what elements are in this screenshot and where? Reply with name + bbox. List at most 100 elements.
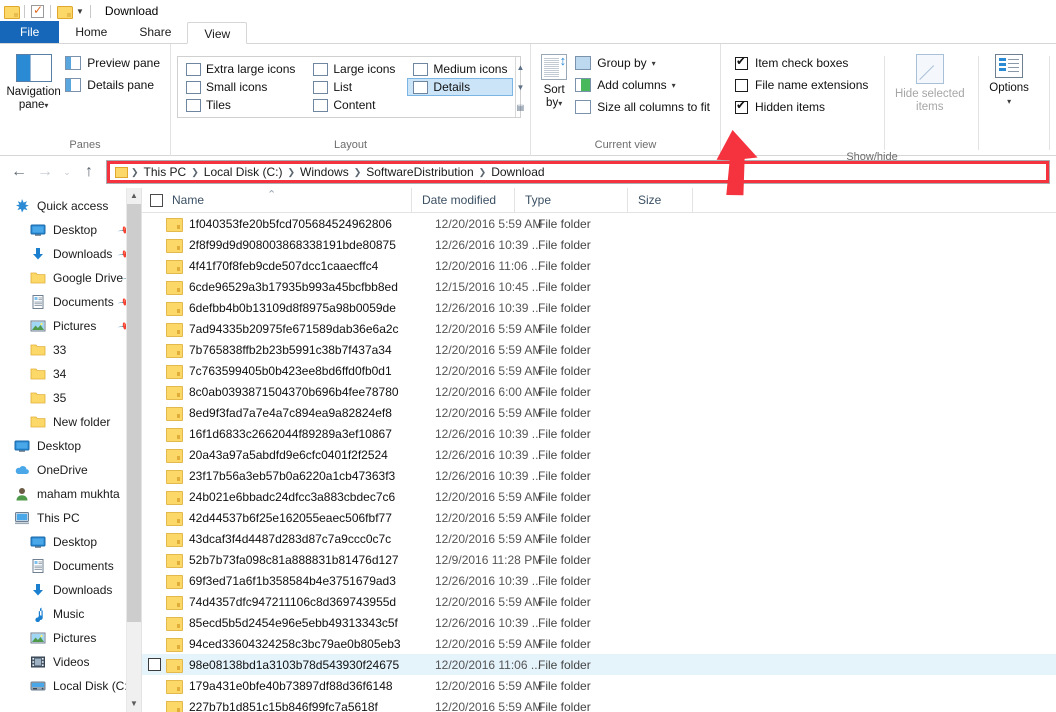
table-row[interactable]: 16f1d6833c2662044f89289a3ef1086712/26/20… xyxy=(142,423,1056,444)
options-button[interactable]: Options ▾ xyxy=(979,50,1039,108)
gallery-expand-icon[interactable]: ▤ xyxy=(517,104,525,111)
table-row[interactable]: 7c763599405b0b423ee8bd6ffd0fb0d112/20/20… xyxy=(142,360,1056,381)
sidebar-item-33[interactable]: 33 xyxy=(0,338,141,362)
sidebar-item-downloads[interactable]: Downloads xyxy=(0,578,141,602)
checkbox-icon[interactable] xyxy=(735,79,748,92)
breadcrumb-this-pc[interactable]: This PC xyxy=(140,165,191,179)
recent-locations-button[interactable]: ⌄ xyxy=(58,159,76,185)
details-pane-button[interactable]: Details pane xyxy=(61,74,164,96)
table-row[interactable]: 227b7b1d851c15b846f99fc7a5618f12/20/2016… xyxy=(142,696,1056,712)
sidebar-item-downloads[interactable]: Downloads📌 xyxy=(0,242,141,266)
sidebar-item-google-drive[interactable]: Google Drive📌 xyxy=(0,266,141,290)
sort-by-button[interactable]: Sort by▾ xyxy=(537,50,571,110)
customize-quick-access-icon[interactable]: ▼ xyxy=(76,7,84,16)
forward-button[interactable]: → xyxy=(32,159,58,185)
up-button[interactable]: ↑ xyxy=(76,159,102,185)
sidebar-item-desktop[interactable]: Desktop xyxy=(0,434,141,458)
tab-share[interactable]: Share xyxy=(123,21,187,43)
breadcrumb-download[interactable]: Download xyxy=(487,165,548,179)
sidebar-item-onedrive[interactable]: OneDrive xyxy=(0,458,141,482)
column-header-size[interactable]: Size xyxy=(628,188,693,213)
add-columns-button[interactable]: Add columns ▾ xyxy=(571,74,714,96)
checkbox-icon[interactable] xyxy=(148,658,161,671)
column-header-date-modified[interactable]: Date modified xyxy=(412,188,515,213)
select-all-checkbox[interactable] xyxy=(150,194,163,207)
table-row[interactable]: 52b7b73fa098c81a888831b81476d12712/9/201… xyxy=(142,549,1056,570)
hidden-items-checkbox[interactable]: Hidden items xyxy=(735,96,868,118)
layout-medium-icons[interactable]: Medium icons xyxy=(407,60,513,78)
table-row[interactable]: 23f17b56a3eb57b0a6220a1cb47363f312/26/20… xyxy=(142,465,1056,486)
layout-tiles[interactable]: Tiles xyxy=(180,96,301,114)
table-row[interactable]: 7ad94335b20975fe671589dab36e6a2c12/20/20… xyxy=(142,318,1056,339)
row-checkbox[interactable] xyxy=(142,658,166,671)
breadcrumb-separator[interactable]: ❯ xyxy=(478,167,488,178)
table-row[interactable]: 1f040353fe20b5fcd70568452496280612/20/20… xyxy=(142,213,1056,234)
table-row[interactable]: 43dcaf3f4d4487d283d87c7a9ccc0c7c12/20/20… xyxy=(142,528,1056,549)
sidebar-item-documents[interactable]: Documents📌 xyxy=(0,290,141,314)
layout-small-icons[interactable]: Small icons xyxy=(180,78,301,96)
group-by-button[interactable]: Group by ▾ xyxy=(571,52,714,74)
sidebar-item-videos[interactable]: Videos xyxy=(0,650,141,674)
layout-content[interactable]: Content xyxy=(307,96,401,114)
new-folder-icon[interactable] xyxy=(57,5,71,17)
chevron-down-icon[interactable]: ▾ xyxy=(652,59,656,68)
table-row[interactable]: 20a43a97a5abdfd9e6cfc0401f2f252412/26/20… xyxy=(142,444,1056,465)
scroll-down-icon[interactable]: ▼ xyxy=(516,84,524,91)
table-row[interactable]: 8ed9f3fad7a7e4a7c894ea9a82824ef812/20/20… xyxy=(142,402,1056,423)
checkbox-icon[interactable] xyxy=(735,57,748,70)
sidebar-item-new-folder[interactable]: New folder xyxy=(0,410,141,434)
sidebar-item-music[interactable]: Music xyxy=(0,602,141,626)
layout-list[interactable]: List xyxy=(307,78,401,96)
chevron-down-icon[interactable]: ▾ xyxy=(44,101,48,110)
tab-file[interactable]: File xyxy=(0,21,59,43)
preview-pane-button[interactable]: Preview pane xyxy=(61,52,164,74)
table-row[interactable]: 6defbb4b0b13109d8f8975a98b0059de12/26/20… xyxy=(142,297,1056,318)
navigation-pane-button[interactable]: Navigation pane▾ xyxy=(6,50,61,112)
layout-large-icons[interactable]: Large icons xyxy=(307,60,401,78)
breadcrumb-separator[interactable]: ❯ xyxy=(286,167,296,178)
table-row[interactable]: 42d44537b6f25e162055eaec506fbf7712/20/20… xyxy=(142,507,1056,528)
sidebar-item-maham-mukhta[interactable]: maham mukhta xyxy=(0,482,141,506)
breadcrumb-separator[interactable]: ❯ xyxy=(190,167,200,178)
scrollbar-thumb[interactable] xyxy=(127,204,141,622)
column-header-name[interactable]: Name ⌃ xyxy=(142,188,412,213)
layout-details[interactable]: Details xyxy=(407,78,513,96)
column-header-type[interactable]: Type xyxy=(515,188,628,213)
checkbox-icon[interactable] xyxy=(735,101,748,114)
breadcrumb-softwaredistribution[interactable]: SoftwareDistribution xyxy=(362,165,477,179)
table-row[interactable]: 94ced33604324258c3bc79ae0b805eb312/20/20… xyxy=(142,633,1056,654)
layout-gallery-scrollbar[interactable]: ▲ ▼ ▤ xyxy=(515,57,524,117)
table-row[interactable]: 8c0ab0393871504370b696b4fee7878012/20/20… xyxy=(142,381,1056,402)
table-row[interactable]: 2f8f99d9d908003868338191bde8087512/26/20… xyxy=(142,234,1056,255)
properties-icon[interactable] xyxy=(31,5,44,18)
chevron-down-icon[interactable]: ▾ xyxy=(1007,97,1011,106)
navigation-pane-scrollbar[interactable]: ▲ ▼ xyxy=(126,188,141,712)
table-row[interactable]: 7b765838ffb2b23b5991c38b7f437a3412/20/20… xyxy=(142,339,1056,360)
scroll-up-icon[interactable]: ▲ xyxy=(516,64,524,71)
sidebar-item-34[interactable]: 34 xyxy=(0,362,141,386)
tab-view[interactable]: View xyxy=(187,22,247,44)
breadcrumb[interactable]: ❯ This PC ❯ Local Disk (C:) ❯ Windows ❯ … xyxy=(106,160,1050,184)
sidebar-item-quick-access[interactable]: Quick access xyxy=(0,194,141,218)
scroll-up-icon[interactable]: ▲ xyxy=(127,188,141,204)
chevron-down-icon[interactable]: ▾ xyxy=(672,81,676,90)
sidebar-item-desktop[interactable]: Desktop xyxy=(0,530,141,554)
table-row[interactable]: 98e08138bd1a3103b78d543930f2467512/20/20… xyxy=(142,654,1056,675)
table-row[interactable]: 85ecd5b5d2454e96e5ebb49313343c5f12/26/20… xyxy=(142,612,1056,633)
sidebar-item-documents[interactable]: Documents xyxy=(0,554,141,578)
layout-gallery[interactable]: Extra large icons Large icons Medium ico… xyxy=(177,56,521,118)
table-row[interactable]: 6cde96529a3b17935b993a45bcfbb8ed12/15/20… xyxy=(142,276,1056,297)
breadcrumb-windows[interactable]: Windows xyxy=(296,165,353,179)
sidebar-item-35[interactable]: 35 xyxy=(0,386,141,410)
sidebar-item-pictures[interactable]: Pictures📌 xyxy=(0,314,141,338)
chevron-down-icon[interactable]: ▾ xyxy=(558,99,562,108)
table-row[interactable]: 74d4357dfc947211106c8d369743955d12/20/20… xyxy=(142,591,1056,612)
table-row[interactable]: 4f41f70f8feb9cde507dcc1caaecffc412/20/20… xyxy=(142,255,1056,276)
layout-extra-large-icons[interactable]: Extra large icons xyxy=(180,60,301,78)
sidebar-item-this-pc[interactable]: This PC xyxy=(0,506,141,530)
sidebar-item-local-disk-c[interactable]: Local Disk (C:) xyxy=(0,674,141,698)
back-button[interactable]: ← xyxy=(6,159,32,185)
item-check-boxes-checkbox[interactable]: Item check boxes xyxy=(735,52,868,74)
table-row[interactable]: 24b021e6bbadc24dfcc3a883cbdec7c612/20/20… xyxy=(142,486,1056,507)
breadcrumb-separator[interactable]: ❯ xyxy=(353,167,363,178)
